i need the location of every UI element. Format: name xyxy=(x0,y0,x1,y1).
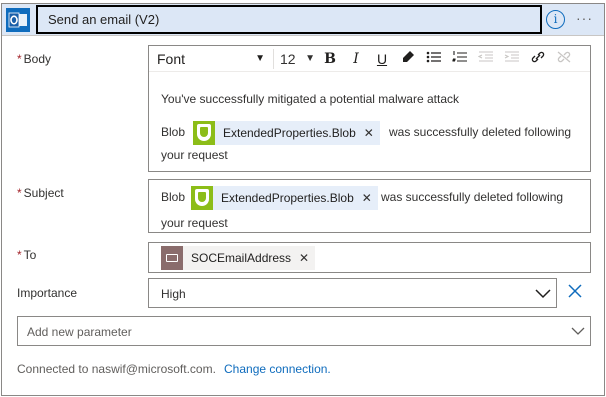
font-family-select[interactable]: Font ▼ xyxy=(157,49,265,69)
change-connection-link[interactable]: Change connection. xyxy=(224,362,331,376)
unlink-icon[interactable] xyxy=(553,49,575,69)
to-label-text: To xyxy=(23,248,37,262)
body-line-3: your request xyxy=(161,148,228,162)
more-options-icon[interactable]: ··· xyxy=(576,10,593,26)
font-size-select[interactable]: 12 ▼ xyxy=(273,48,315,69)
required-marker: * xyxy=(17,52,22,66)
chevron-down-icon: ▼ xyxy=(255,52,265,64)
increase-indent-icon[interactable] xyxy=(501,49,523,69)
defender-shield-icon xyxy=(193,121,215,145)
required-marker: * xyxy=(17,248,22,262)
decrease-indent-icon[interactable] xyxy=(475,49,497,69)
body-line-1: You've successfully mitigated a potentia… xyxy=(161,92,460,106)
subject-suffix: was successfully deleted following xyxy=(381,190,564,204)
defender-shield-icon xyxy=(191,186,213,210)
subject-label-text: Subject xyxy=(23,186,64,200)
chevron-down-icon xyxy=(535,289,551,299)
token-label: SOCEmailAddress xyxy=(191,251,292,265)
dynamic-content-token[interactable]: ExtendedProperties.Blob ✕ xyxy=(191,186,378,210)
required-marker: * xyxy=(17,186,22,200)
importance-select[interactable]: High xyxy=(148,278,557,308)
importance-value: High xyxy=(161,287,186,301)
remove-parameter-icon[interactable] xyxy=(568,284,582,298)
to-field[interactable]: SOCEmailAddress ✕ xyxy=(148,242,591,273)
bold-button[interactable]: B xyxy=(319,49,341,69)
highlight-pen-icon[interactable] xyxy=(397,49,419,69)
font-family-value: Font xyxy=(157,50,186,67)
chevron-down-icon: ▼ xyxy=(305,52,315,64)
chevron-down-icon xyxy=(571,327,585,335)
subject-prefix: Blob xyxy=(161,190,186,204)
bullet-list-icon[interactable] xyxy=(423,49,445,69)
add-parameter-placeholder: Add new parameter xyxy=(27,325,132,339)
importance-label: Importance xyxy=(17,286,78,300)
remove-token-icon[interactable]: ✕ xyxy=(362,191,372,205)
token-label: ExtendedProperties.Blob xyxy=(221,191,354,205)
underline-button[interactable]: U xyxy=(371,49,393,69)
body-label-text: Body xyxy=(23,52,52,66)
subject-line-2: your request xyxy=(161,216,228,230)
to-label: * To xyxy=(17,248,36,262)
remove-token-icon[interactable]: ✕ xyxy=(299,251,309,265)
dynamic-content-token[interactable]: ExtendedProperties.Blob ✕ xyxy=(193,121,380,145)
dynamic-content-token[interactable]: SOCEmailAddress ✕ xyxy=(161,246,316,270)
add-parameter-select[interactable]: Add new parameter xyxy=(17,316,591,346)
body-editor[interactable]: Font ▼ 12 ▼ B I U You've successfully mi… xyxy=(148,45,591,172)
remove-token-icon[interactable]: ✕ xyxy=(364,126,374,140)
body-line-2-suffix: was successfully deleted following xyxy=(389,125,572,139)
rich-text-toolbar: Font ▼ 12 ▼ B I U xyxy=(149,46,590,72)
numbered-list-icon[interactable] xyxy=(449,49,471,69)
action-title: Send an email (V2) xyxy=(48,12,160,27)
info-icon[interactable]: i xyxy=(546,10,565,29)
subject-field[interactable]: Blob ExtendedProperties.Blob ✕ was succe… xyxy=(148,179,591,233)
subject-label: * Subject xyxy=(17,186,64,200)
action-header: Send an email (V2) i ··· xyxy=(2,4,604,36)
body-label: * Body xyxy=(17,52,51,66)
action-title-box[interactable]: Send an email (V2) xyxy=(36,5,542,34)
token-label: ExtendedProperties.Blob xyxy=(223,126,356,140)
font-size-value: 12 xyxy=(280,50,296,67)
outlook-icon xyxy=(6,8,30,32)
connection-info: Connected to naswif@microsoft.com. xyxy=(17,362,216,376)
link-icon[interactable] xyxy=(527,49,549,69)
italic-button[interactable]: I xyxy=(345,49,367,69)
variable-icon xyxy=(161,246,183,270)
body-line-2-prefix: Blob xyxy=(161,125,186,139)
send-email-action-card: Send an email (V2) i ··· * Body Font ▼ 12… xyxy=(1,3,605,396)
